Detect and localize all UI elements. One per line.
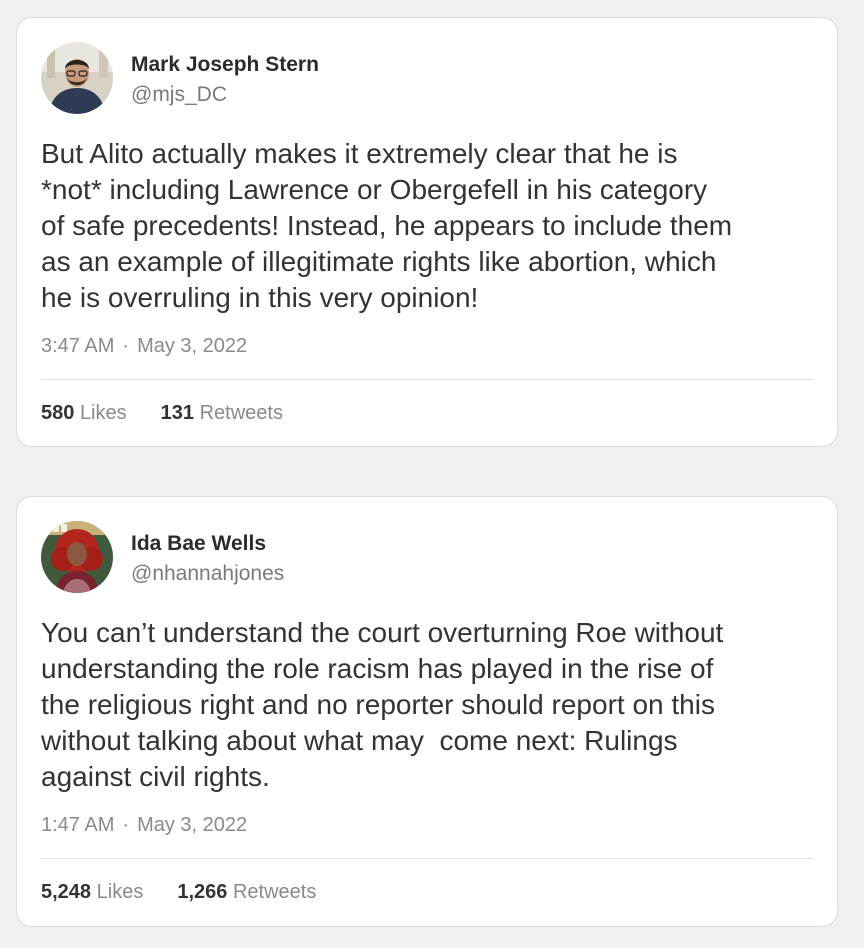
tweet-text: But Alito actually makes it extremely cl…: [41, 136, 821, 316]
retweets-count: 1,266: [177, 881, 228, 903]
tweet-text-line: he is overruling in this very opinion!: [41, 282, 479, 313]
tweet-card[interactable]: Ida Bae Wells @nhannahjones You can’t un…: [16, 496, 838, 927]
tweet-text-line: *not* including Lawrence or Obergefell i…: [41, 174, 708, 205]
tweet-timestamp[interactable]: 3:47 AM · May 3, 2022: [41, 335, 247, 358]
divider: [41, 858, 813, 859]
retweets-stat[interactable]: 1,266 Retweets: [177, 881, 316, 904]
retweets-label: Retweets: [199, 402, 283, 424]
tweet-date: May 3, 2022: [137, 814, 248, 836]
retweets-count: 131: [160, 402, 195, 424]
avatar[interactable]: [41, 42, 113, 114]
tweet-stats: 5,248 Likes 1,266 Retweets: [41, 881, 316, 904]
author-name[interactable]: Ida Bae Wells: [131, 532, 266, 556]
likes-label: Likes: [96, 881, 144, 903]
tweet-time: 3:47 AM: [41, 335, 115, 357]
tweet-date: May 3, 2022: [137, 335, 248, 357]
tweet-text-line: the religious right and no reporter shou…: [41, 689, 715, 720]
author-handle[interactable]: @mjs_DC: [131, 83, 227, 107]
tweet-text-line: without talking about what may come next…: [41, 725, 678, 756]
avatar[interactable]: [41, 521, 113, 593]
separator-dot: ·: [122, 335, 130, 357]
tweet-stats: 580 Likes 131 Retweets: [41, 402, 283, 425]
tweet-text-line: against civil rights.: [41, 761, 270, 792]
tweet-text-line: understanding the role racism has played…: [41, 653, 714, 684]
retweets-label: Retweets: [232, 881, 317, 903]
tweet-text-line: as an example of illegitimate rights lik…: [41, 246, 717, 277]
author-handle[interactable]: @nhannahjones: [131, 562, 284, 586]
tweet-text-line: But Alito actually makes it extremely cl…: [41, 138, 678, 169]
separator-dot: ·: [122, 814, 130, 836]
tweet-text-line: You can’t understand the court overturni…: [41, 617, 724, 648]
tweet-time: 1:47 AM: [41, 814, 115, 836]
tweet-text-line: of safe precedents! Instead, he appears …: [41, 210, 733, 241]
tweet-card[interactable]: Mark Joseph Stern @mjs_DC But Alito actu…: [16, 17, 838, 447]
likes-label: Likes: [79, 402, 127, 424]
likes-count: 580: [41, 402, 75, 424]
divider: [41, 379, 813, 380]
author-name[interactable]: Mark Joseph Stern: [131, 53, 319, 77]
likes-stat[interactable]: 580 Likes: [41, 402, 127, 425]
likes-stat[interactable]: 5,248 Likes: [41, 881, 143, 904]
tweet-text: You can’t understand the court overturni…: [41, 615, 821, 795]
retweets-stat[interactable]: 131 Retweets: [161, 402, 283, 425]
tweet-timestamp[interactable]: 1:47 AM · May 3, 2022: [41, 814, 247, 837]
likes-count: 5,248: [41, 881, 92, 903]
